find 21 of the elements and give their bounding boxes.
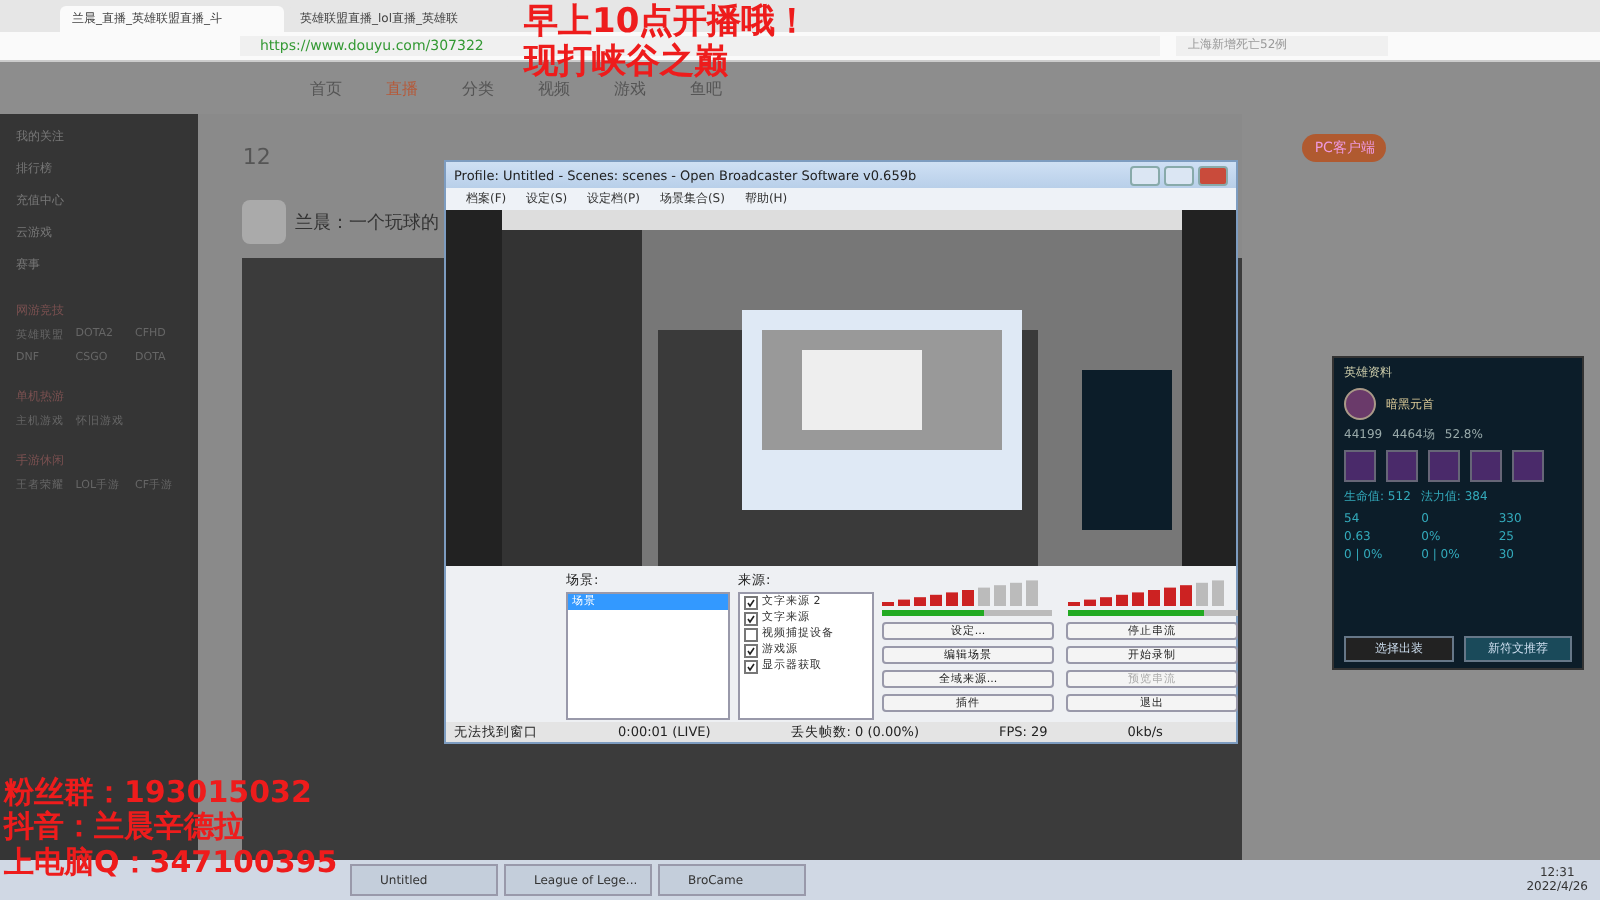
nav-link[interactable]: 直播 (386, 77, 418, 99)
nav-link[interactable]: 分类 (462, 77, 494, 99)
close-button[interactable] (1198, 165, 1228, 185)
nav-link[interactable]: 首页 (310, 77, 342, 99)
avatar (242, 200, 287, 244)
skill-icon (1470, 450, 1502, 482)
hero-portrait (1344, 388, 1376, 420)
checkbox[interactable] (744, 659, 758, 673)
skill-icon (1386, 450, 1418, 482)
overlay-text: 粉丝群：193015032 (4, 776, 314, 810)
checkbox[interactable] (744, 643, 758, 657)
skill-icon (1344, 450, 1376, 482)
nav-link[interactable]: 鱼吧 (690, 77, 722, 99)
skill-icon (1428, 450, 1460, 482)
stream-title: 兰晨：一个玩球的 (294, 211, 439, 235)
nav-link[interactable]: 游戏 (614, 77, 646, 99)
skill-icon (1512, 450, 1544, 482)
checkbox[interactable] (744, 611, 758, 625)
overlay-text: 早上10点开播哦！ (524, 4, 810, 42)
checkbox[interactable] (744, 595, 758, 609)
checkbox[interactable] (744, 627, 758, 641)
